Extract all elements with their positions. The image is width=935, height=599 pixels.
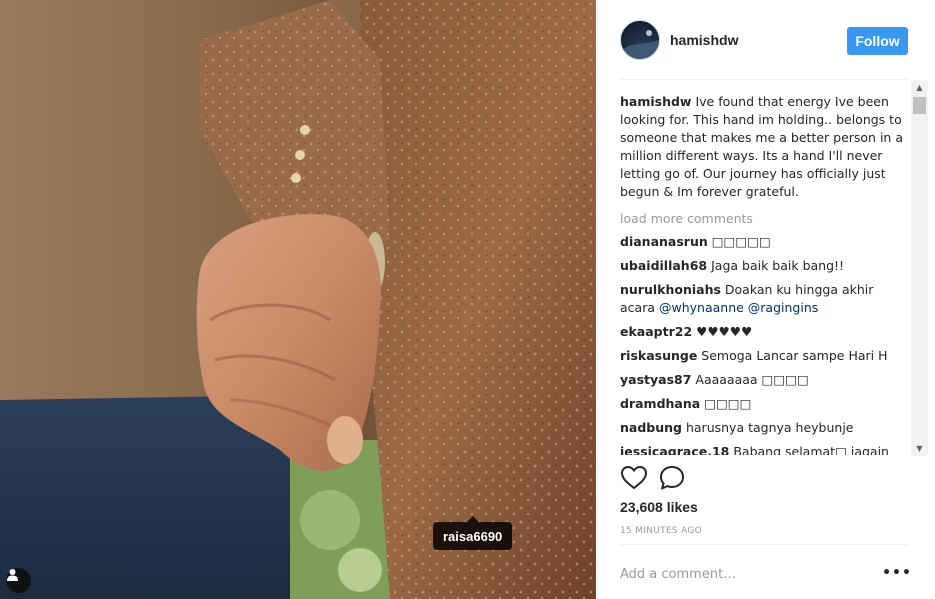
comment-item: nurulkhoniahs Doakan ku hingga akhir aca… — [620, 281, 906, 317]
post-sidebar: hamishdw Follow hamishdw Ive found that … — [597, 0, 935, 599]
comment-username[interactable]: ubaidillah68 — [620, 258, 707, 273]
user-silhouette-icon[interactable] — [6, 568, 31, 593]
comment-item: ubaidillah68 Jaga baik baik bang!! — [620, 257, 906, 275]
comment-username[interactable]: dramdhana — [620, 396, 700, 411]
comment-item: jessicagrace.18 Babang selamat□ jagain — [620, 443, 906, 455]
comment-text: □□□□□ — [711, 234, 771, 249]
comment-text: ♥♥♥♥♥ — [696, 324, 753, 339]
comment-item: ekaaptr22 ♥♥♥♥♥ — [620, 323, 906, 341]
comment-item: dramdhana □□□□ — [620, 395, 906, 413]
comment-item: nadbung harusnya tagnya heybunje — [620, 419, 906, 437]
comment-text: harusnya tagnya heybunje — [685, 420, 854, 435]
scroll-up-arrow-icon[interactable]: ▲ — [911, 80, 928, 95]
comment-text: Jaga baik baik bang!! — [711, 258, 845, 273]
avatar[interactable] — [620, 20, 660, 60]
header-username[interactable]: hamishdw — [670, 32, 738, 48]
comment-username[interactable]: nadbung — [620, 420, 682, 435]
add-comment-input[interactable] — [620, 563, 870, 585]
comment-item: diananasrun □□□□□ — [620, 233, 906, 251]
caption-username[interactable]: hamishdw — [620, 94, 691, 109]
user-tag-label[interactable]: raisa6690 — [433, 516, 513, 550]
post-actions — [620, 464, 908, 494]
load-more-comments-link[interactable]: load more comments — [620, 210, 906, 228]
scrollbar-thumb[interactable] — [913, 97, 926, 114]
caption-text: Ive found that energy Ive been looking f… — [620, 94, 903, 199]
comment-username[interactable]: jessicagrace.18 — [620, 444, 729, 455]
comment-username[interactable]: ekaaptr22 — [620, 324, 692, 339]
comments-scrollbar[interactable]: ▲ ▼ — [911, 80, 928, 456]
comment-text: □□□□ — [704, 396, 752, 411]
comments-list: hamishdw Ive found that energy Ive been … — [620, 92, 906, 455]
composer-divider — [620, 544, 908, 545]
comment-text: Aaaaaaaa □□□□ — [695, 372, 809, 387]
likes-count[interactable]: 23,608 likes — [620, 499, 698, 515]
follow-button[interactable]: Follow — [847, 27, 908, 55]
comment-username[interactable]: nurulkhoniahs — [620, 282, 721, 297]
caption: hamishdw Ive found that energy Ive been … — [620, 93, 906, 201]
comment-bubble-icon[interactable] — [658, 464, 686, 492]
post-header: hamishdw Follow — [620, 20, 908, 80]
comment-username[interactable]: yastyas87 — [620, 372, 691, 387]
comment-text: Semoga Lancar sampe Hari H — [701, 348, 888, 363]
heart-icon[interactable] — [620, 464, 648, 492]
photo-illustration — [0, 0, 596, 599]
mention-link[interactable]: @ragingins — [748, 300, 818, 315]
scroll-down-arrow-icon[interactable]: ▼ — [911, 441, 928, 456]
comment-item: yastyas87 Aaaaaaaa □□□□ — [620, 371, 906, 389]
comment-item: riskasunge Semoga Lancar sampe Hari H — [620, 347, 906, 365]
comment-text: Babang selamat□ jagain — [733, 444, 889, 455]
comment-username[interactable]: diananasrun — [620, 234, 708, 249]
post-photo[interactable]: raisa6690 — [0, 0, 596, 599]
mention-link[interactable]: @whynaanne — [659, 300, 744, 315]
comment-username[interactable]: riskasunge — [620, 348, 697, 363]
post-timestamp[interactable]: 15 MINUTES AGO — [620, 526, 702, 536]
ellipsis-icon[interactable]: ••• — [882, 562, 911, 584]
